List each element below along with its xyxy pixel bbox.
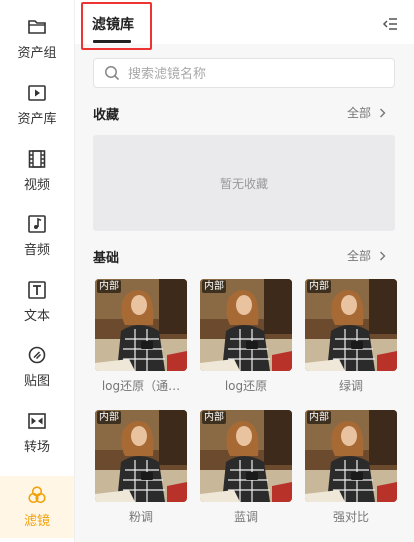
music-note-icon xyxy=(27,214,47,234)
folder-icon xyxy=(27,17,47,37)
filter-thumbnail: 内部 xyxy=(305,279,397,371)
filter-card-label: 蓝调 xyxy=(233,510,258,524)
filter-thumbnail: 内部 xyxy=(200,410,292,502)
filter-card-label: log还原 xyxy=(224,379,268,393)
favorites-section-title: 收藏 xyxy=(93,108,120,123)
sidebar-item-label: 滤镜 xyxy=(23,514,50,529)
search-icon xyxy=(104,65,120,81)
sidebar-item-asset-library[interactable]: 资产库 xyxy=(0,74,74,136)
sidebar-item-filter[interactable]: 滤镜 xyxy=(0,476,74,538)
sticker-icon xyxy=(27,345,47,365)
sidebar-item-label: 资产库 xyxy=(17,112,57,127)
sidebar-item-label: 资产组 xyxy=(17,46,57,61)
active-tab-indicator xyxy=(93,40,131,43)
filter-card[interactable]: 内部 log还原 xyxy=(200,279,292,394)
internal-badge: 内部 xyxy=(97,411,121,424)
internal-badge: 内部 xyxy=(307,280,331,293)
filter-thumbnail: 内部 xyxy=(200,279,292,371)
filter-card-label: 强对比 xyxy=(332,510,369,524)
sidebar-item-text[interactable]: 文本 xyxy=(0,271,74,333)
transition-icon xyxy=(27,411,47,431)
filter-card[interactable]: 内部 强对比 xyxy=(305,410,397,525)
sidebar-item-label: 音频 xyxy=(23,243,50,258)
tab-filter-library[interactable]: 滤镜库 xyxy=(92,14,134,34)
filter-circles-icon xyxy=(27,485,47,505)
internal-badge: 内部 xyxy=(202,411,226,424)
filter-thumbnail: 内部 xyxy=(305,410,397,502)
filter-thumbnail: 内部 xyxy=(95,279,187,371)
filter-card-label: 绿调 xyxy=(338,379,363,393)
basic-section-title: 基础 xyxy=(93,251,120,266)
see-all-label: 全部 xyxy=(346,106,371,120)
filter-card[interactable]: 内部 log还原（通… xyxy=(95,279,187,394)
internal-badge: 内部 xyxy=(97,280,121,293)
favorites-empty-state: 暂无收藏 xyxy=(93,135,395,231)
see-all-label: 全部 xyxy=(346,249,371,263)
basic-see-all-link[interactable]: 全部 xyxy=(347,247,386,264)
sidebar-item-sticker[interactable]: 贴图 xyxy=(0,336,74,398)
chevron-right-icon xyxy=(380,251,386,260)
empty-state-text: 暂无收藏 xyxy=(219,176,268,191)
filter-card[interactable]: 内部 蓝调 xyxy=(200,410,292,525)
sidebar-item-transition[interactable]: 转场 xyxy=(0,402,74,464)
filter-card[interactable]: 内部 粉调 xyxy=(95,410,187,525)
filter-thumbnail: 内部 xyxy=(95,410,187,502)
search-field[interactable] xyxy=(93,58,395,88)
filter-card-label: log还原（通… xyxy=(101,379,181,393)
play-box-icon xyxy=(27,83,47,103)
favorites-see-all-link[interactable]: 全部 xyxy=(347,104,386,121)
sidebar-item-label: 转场 xyxy=(23,440,50,455)
left-rail: 资产组 资产库 视频 音频 文本 贴图 转场 滤镜 xyxy=(0,0,75,542)
sidebar-item-label: 视频 xyxy=(23,178,50,193)
panel-header: 滤镜库 xyxy=(75,0,414,50)
sidebar-item-audio[interactable]: 音频 xyxy=(0,205,74,267)
filter-card-label: 粉调 xyxy=(128,510,153,524)
filter-card[interactable]: 内部 绿调 xyxy=(305,279,397,394)
internal-badge: 内部 xyxy=(202,280,226,293)
sidebar-item-label: 贴图 xyxy=(23,374,50,389)
sidebar-item-asset-group[interactable]: 资产组 xyxy=(0,8,74,70)
sidebar-item-video[interactable]: 视频 xyxy=(0,140,74,202)
collapse-panel-icon[interactable] xyxy=(382,16,398,30)
search-input[interactable] xyxy=(126,62,390,86)
sidebar-item-label: 文本 xyxy=(23,309,50,324)
text-t-icon xyxy=(27,280,47,300)
filter-library-panel: 滤镜库 收藏 全部 暂无收藏 基础 全部 内部 log还原（通… xyxy=(75,0,414,542)
internal-badge: 内部 xyxy=(307,411,331,424)
chevron-right-icon xyxy=(380,108,386,117)
film-icon xyxy=(27,149,47,169)
